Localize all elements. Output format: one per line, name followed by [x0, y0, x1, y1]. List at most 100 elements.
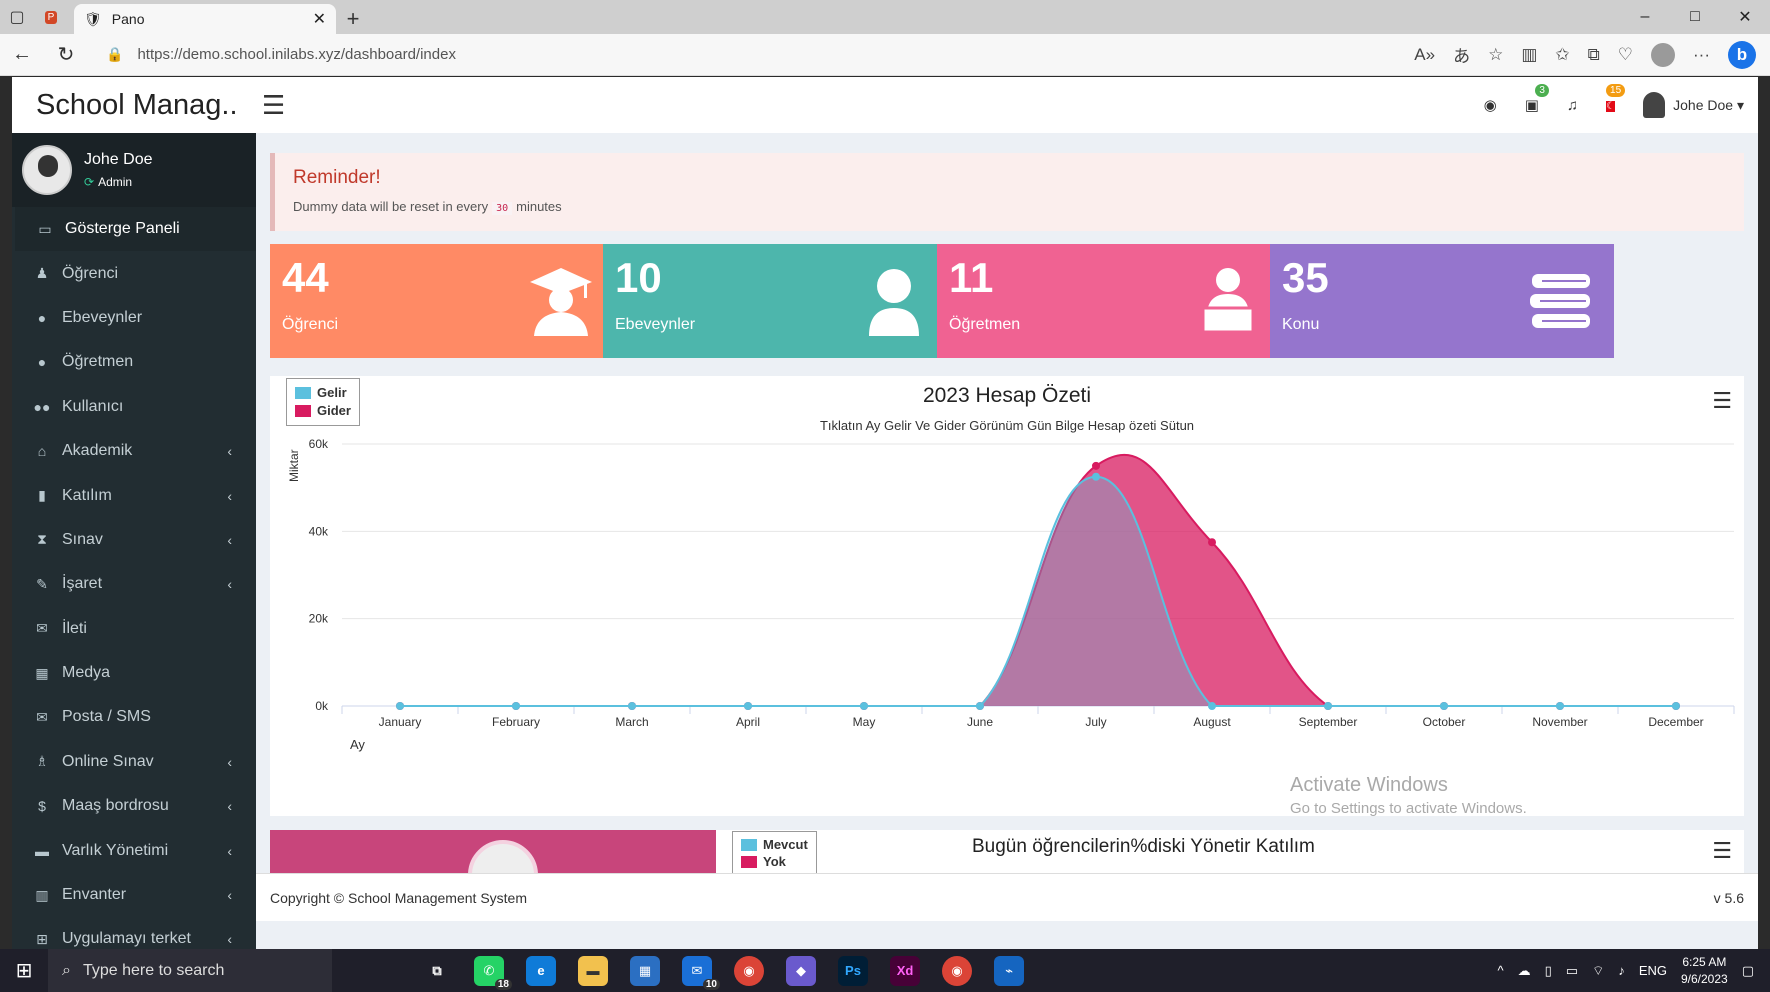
calendar-icon[interactable]: ▣ 3 [1525, 84, 1549, 114]
chrome-icon[interactable]: ◉ [734, 955, 764, 986]
legend-label: Mevcut [763, 837, 808, 852]
back-icon[interactable]: ← [0, 43, 44, 66]
taskbar-clock[interactable]: 6:25 AM 9/6/2023 [1681, 954, 1728, 988]
taskbar-search[interactable]: ⌕ Type here to search [48, 949, 332, 992]
edge-icon[interactable]: e [526, 955, 556, 986]
wifi-icon[interactable]: ⌔ [1592, 963, 1604, 979]
profile-avatar[interactable] [1651, 42, 1676, 67]
more-icon[interactable]: ··· [1693, 45, 1710, 65]
stat-box-teachers[interactable]: 11 Öğretmen [937, 244, 1281, 358]
collections-icon[interactable]: ⧉ [1588, 45, 1600, 65]
data-point-income[interactable] [1672, 702, 1680, 710]
exit-icon: ⊞ [36, 930, 48, 947]
tab-actions-icon[interactable]: ▢ [0, 0, 34, 34]
stat-box-students[interactable]: 44 Öğrenci [270, 244, 614, 358]
data-point-income[interactable] [1208, 702, 1216, 710]
reload-icon[interactable]: ↻ [44, 42, 88, 67]
maximize-button[interactable]: □ [1670, 8, 1720, 26]
reminder-callout: Reminder! Dummy data will be reset in ev… [270, 153, 1744, 231]
legend-item-present[interactable]: Mevcut [741, 836, 808, 853]
favorites-icon[interactable]: ✩ [1555, 45, 1569, 65]
sidebar-item-2[interactable]: ● Ebeveynler [12, 296, 256, 340]
attendance-menu-icon[interactable]: ☰ [1712, 838, 1732, 864]
sidebar-item-7[interactable]: ⧗ Sınav ‹ [12, 518, 256, 562]
sidebar-item-9[interactable]: ✉ İleti [12, 607, 256, 651]
y-tick-label: 0k [315, 699, 329, 713]
close-window-button[interactable]: ✕ [1720, 7, 1770, 27]
volume-icon[interactable]: ♪ [1618, 963, 1625, 978]
sidebar-item-12[interactable]: ♗ Online Sınav ‹ [12, 740, 256, 784]
sidebar-item-13[interactable]: $ Maaş bordrosu ‹ [12, 784, 256, 828]
notifications-icon[interactable]: ▢ [1742, 963, 1754, 979]
data-point-expense[interactable] [1208, 538, 1216, 547]
minimize-button[interactable]: – [1620, 8, 1670, 26]
legend-swatch [741, 855, 757, 868]
sidebar-item-0[interactable]: ▭ Gösterge Paneli [12, 207, 256, 252]
read-aloud-icon[interactable]: A» [1414, 45, 1435, 65]
data-point-income[interactable] [512, 702, 520, 710]
sidebar-item-6[interactable]: ▮ Katılım ‹ [12, 473, 256, 517]
stat-box-parents[interactable]: 10 Ebeveynler [603, 244, 947, 358]
stat-box-subjects[interactable]: 35 Konu [1270, 244, 1614, 358]
copilot-icon[interactable]: ◆ [786, 955, 816, 986]
adobe-xd-icon[interactable]: Xd [890, 955, 920, 986]
sidebar-item-10[interactable]: ▦ Medya [12, 651, 256, 695]
split-screen-icon[interactable]: ▥ [1521, 45, 1537, 65]
browser-essentials-icon[interactable]: ♡ [1618, 45, 1633, 65]
bing-icon[interactable]: b [1728, 40, 1756, 69]
data-point-income[interactable] [976, 702, 984, 710]
app-logo[interactable]: School Manag.. [12, 89, 256, 122]
data-point-income[interactable] [1556, 702, 1564, 710]
battery-icon[interactable]: ▭ [1566, 963, 1578, 979]
y-tick-label: 20k [309, 612, 329, 626]
sidebar-item-16[interactable]: ⊞ Uygulamayı terket ‹ [12, 917, 256, 949]
windows-start-icon[interactable]: ⊞ [0, 958, 48, 983]
powerpoint-tab-icon[interactable]: P [34, 0, 68, 34]
translate-icon[interactable]: あ [1453, 42, 1470, 67]
onedrive-icon[interactable]: ☁ [1518, 963, 1531, 979]
url-field[interactable]: 🔒 https://demo.school.inilabs.xyz/dashbo… [96, 39, 1356, 71]
reminder-text: Dummy data will be reset in every 30 minut… [293, 199, 1726, 215]
globe-icon[interactable]: ◉ [1484, 96, 1497, 114]
sidebar-toggle-icon[interactable]: ☰ [262, 90, 285, 121]
sidebar-item-4[interactable]: ●● Kullanıcı [12, 385, 256, 429]
file-explorer-icon[interactable]: ▬ [578, 955, 608, 986]
data-point-income[interactable] [860, 702, 868, 710]
new-tab-button[interactable]: + [336, 4, 370, 34]
user-menu[interactable]: Johe Doe ▾ [1643, 92, 1744, 118]
bell-icon[interactable]: ♫ [1567, 97, 1578, 114]
data-point-income[interactable] [1092, 472, 1100, 481]
mail-icon[interactable]: ✉ 10 [682, 955, 720, 990]
task-view-icon[interactable]: ⧉ [422, 956, 452, 986]
data-point-income[interactable] [744, 702, 752, 710]
language-indicator[interactable]: ENG [1639, 963, 1667, 978]
sidebar-item-14[interactable]: ▬ Varlık Yönetimi ‹ [12, 828, 256, 872]
sidebar-item-5[interactable]: ⌂ Akademik ‹ [12, 429, 256, 473]
teacher-icon [1201, 268, 1255, 334]
photoshop-icon[interactable]: Ps [838, 955, 868, 986]
language-flag-icon[interactable]: ☾ 15 [1606, 83, 1626, 115]
remote-app-icon[interactable]: ⌁ [994, 955, 1024, 986]
data-point-income[interactable] [628, 702, 636, 710]
browser-tab-pano[interactable]: 🛡 Pano ✕ [74, 4, 336, 34]
laptop-icon: ▭ [38, 220, 52, 237]
data-point-income[interactable] [1440, 702, 1448, 710]
sidebar-item-11[interactable]: ✉ Posta / SMS [12, 695, 256, 739]
sidebar-item-1[interactable]: ♟ Öğrenci [12, 251, 256, 295]
attendance-legend[interactable]: Mevcut Yok [732, 831, 817, 873]
sidebar-item-8[interactable]: ✎ İşaret ‹ [12, 562, 256, 606]
data-point-expense[interactable] [1092, 461, 1100, 470]
store-icon[interactable]: ▦ [630, 955, 660, 986]
data-point-income[interactable] [1324, 702, 1332, 710]
sidebar-item-3[interactable]: ● Öğretmen [12, 340, 256, 384]
favorite-star-icon[interactable]: ☆ [1488, 45, 1503, 65]
chrome-icon-2[interactable]: ◉ [942, 955, 972, 986]
tray-chevron-icon[interactable]: ^ [1498, 963, 1504, 978]
device-icon[interactable]: ▯ [1545, 963, 1552, 979]
whatsapp-icon[interactable]: ✆ 18 [474, 955, 512, 990]
close-tab-icon[interactable]: ✕ [313, 9, 326, 29]
data-point-income[interactable] [396, 702, 404, 710]
chevron-left-icon: ‹ [227, 576, 232, 593]
legend-item-absent[interactable]: Yok [741, 853, 808, 870]
sidebar-item-15[interactable]: ▥ Envanter ‹ [12, 873, 256, 917]
